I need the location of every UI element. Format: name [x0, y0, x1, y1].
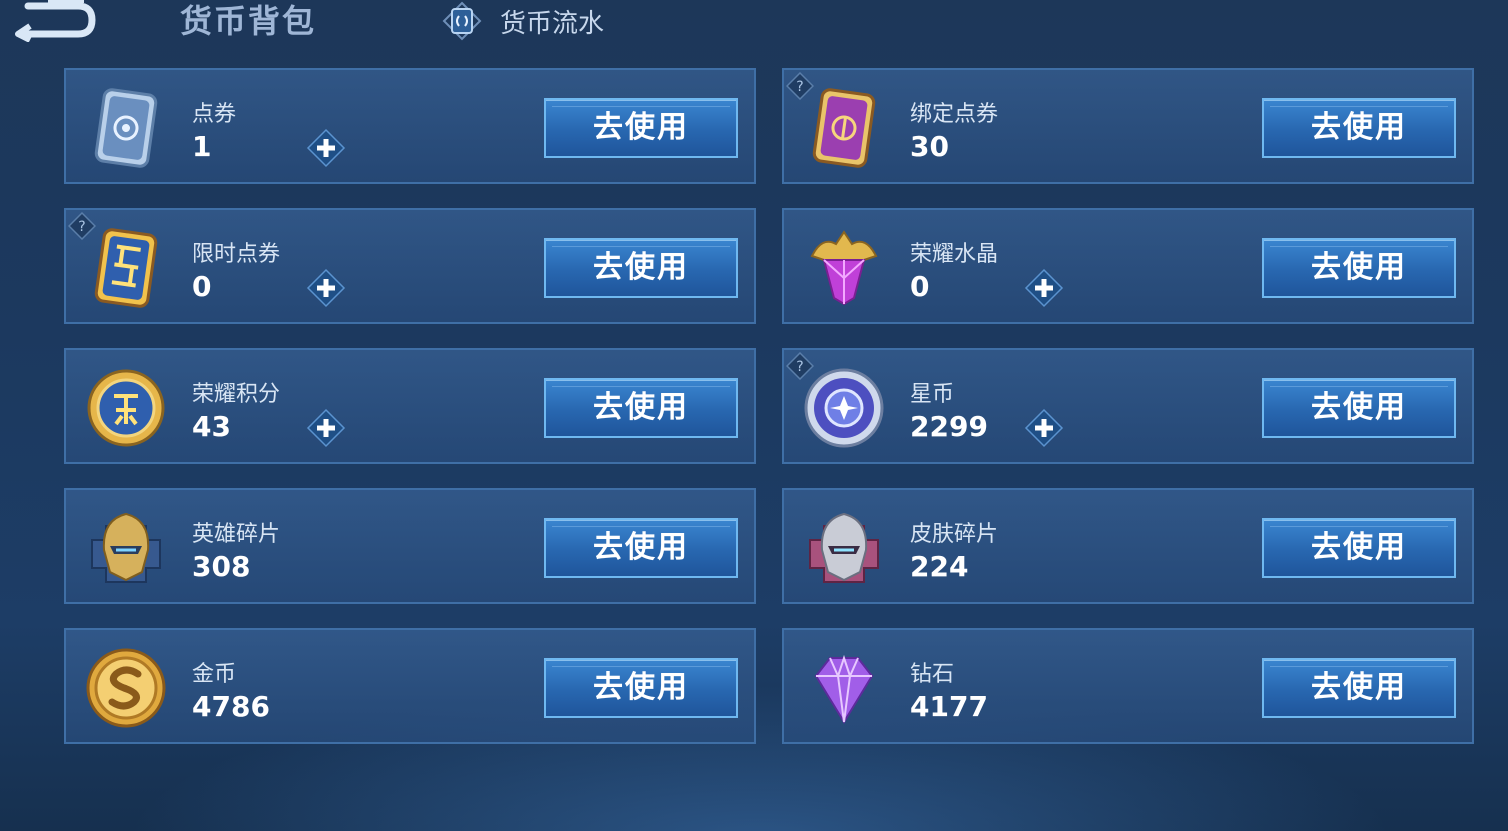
currency-flow-link[interactable]: 货币流水: [440, 0, 604, 42]
currency-card-limited-ticket: ? 限时点券 0 去使用: [64, 208, 756, 324]
honor-crystal-icon: [810, 230, 878, 306]
use-button[interactable]: 去使用: [544, 98, 738, 158]
use-button[interactable]: 去使用: [1262, 518, 1456, 578]
add-plus-icon[interactable]: [306, 408, 346, 448]
currency-name: 荣耀积分: [192, 382, 281, 407]
currency-amount: 2299: [910, 410, 988, 443]
currency-card-ticket: 点券 1 去使用: [64, 68, 756, 184]
currency-amount: 30: [910, 130, 949, 163]
add-plus-icon[interactable]: [306, 128, 346, 168]
currency-card-bound-ticket: ? 绑定点券 30 去使用: [782, 68, 1474, 184]
use-button[interactable]: 去使用: [544, 518, 738, 578]
currency-flow-label: 货币流水: [500, 8, 605, 39]
back-arrow-icon[interactable]: [8, 0, 98, 42]
diamond-icon: [814, 654, 874, 724]
use-button[interactable]: 去使用: [1262, 98, 1456, 158]
page-title: 货币背包: [180, 2, 317, 40]
honor-points-coin-icon: [87, 369, 165, 447]
currency-card-gold-coin: 金币 4786 去使用: [64, 628, 756, 744]
add-plus-icon[interactable]: [1024, 408, 1064, 448]
currency-name: 绑定点券: [910, 102, 999, 127]
currency-name: 限时点券: [192, 242, 281, 267]
currency-name: 荣耀水晶: [910, 242, 999, 267]
limited-ticket-icon: [94, 228, 158, 308]
currency-card-star-coin: ? 星币 2299 去使用: [782, 348, 1474, 464]
currency-card-skin-fragment: 皮肤碎片 224 去使用: [782, 488, 1474, 604]
currency-amount: 308: [192, 550, 251, 583]
currency-amount: 0: [192, 270, 212, 303]
use-button[interactable]: 去使用: [544, 238, 738, 298]
currency-card-honor-crystal: 荣耀水晶 0 去使用: [782, 208, 1474, 324]
currency-name: 皮肤碎片: [910, 522, 999, 547]
use-button[interactable]: 去使用: [544, 658, 738, 718]
use-button[interactable]: 去使用: [544, 378, 738, 438]
currency-flow-icon: [442, 1, 482, 41]
currency-amount: 43: [192, 410, 231, 443]
ticket-blue-icon: [94, 88, 158, 168]
hero-fragment-helmet-icon: [91, 512, 161, 583]
currency-amount: 4177: [910, 690, 988, 723]
gold-coin-icon: [86, 648, 166, 728]
currency-card-hero-fragment: 英雄碎片 308 去使用: [64, 488, 756, 604]
add-plus-icon[interactable]: [306, 268, 346, 308]
currency-card-diamond: 钻石 4177 去使用: [782, 628, 1474, 744]
currency-name: 英雄碎片: [192, 522, 281, 547]
currency-card-honor-points: 荣耀积分 43 去使用: [64, 348, 756, 464]
use-button[interactable]: 去使用: [1262, 238, 1456, 298]
currency-name: 点券: [192, 102, 237, 127]
currency-amount: 4786: [192, 690, 270, 723]
use-button[interactable]: 去使用: [1262, 378, 1456, 438]
skin-fragment-helmet-icon: [809, 512, 879, 583]
currency-name: 钻石: [910, 662, 955, 687]
top-bar: 货币背包 货币流水: [0, 0, 1508, 60]
use-button[interactable]: 去使用: [1262, 658, 1456, 718]
currency-amount: 1: [192, 130, 212, 163]
add-plus-icon[interactable]: [1024, 268, 1064, 308]
currency-name: 星币: [910, 382, 955, 407]
ticket-purple-icon: [812, 88, 876, 168]
star-coin-icon: [804, 368, 884, 448]
currency-amount: 224: [910, 550, 969, 583]
currency-name: 金币: [192, 662, 237, 687]
currency-amount: 0: [910, 270, 930, 303]
